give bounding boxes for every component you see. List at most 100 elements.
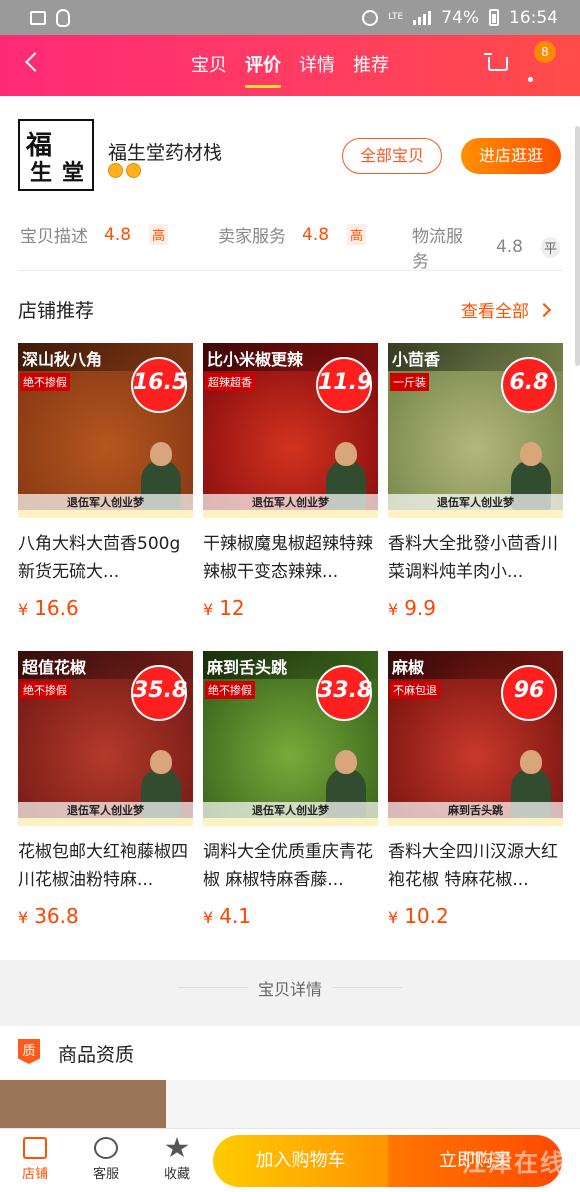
shop-tab[interactable]: 店铺 bbox=[11, 1137, 59, 1182]
currency-symbol: ¥ bbox=[388, 908, 399, 927]
clock: 16:54 bbox=[509, 7, 558, 28]
shop-tab-label: 店铺 bbox=[21, 1167, 48, 1182]
divider bbox=[332, 987, 402, 988]
product-price-flag: 6.8 bbox=[501, 357, 557, 413]
tab-reviews[interactable]: 评价 bbox=[243, 35, 283, 96]
qualification-icon: 质 bbox=[18, 1039, 40, 1064]
detail-photo bbox=[0, 1080, 166, 1128]
product-image-footer bbox=[203, 818, 378, 826]
product-image-slogan: 退伍军人创业梦 bbox=[203, 494, 378, 510]
currency-symbol: ¥ bbox=[203, 908, 214, 927]
crown-icon bbox=[108, 163, 123, 178]
rating-description: 宝贝描述 4.8 高 bbox=[20, 222, 169, 247]
price-value: 4.1 bbox=[219, 904, 251, 928]
rating-score: 4.8 bbox=[104, 224, 132, 245]
gallery-notification-icon bbox=[30, 10, 46, 25]
visit-shop-button[interactable]: 进店逛逛 bbox=[461, 138, 561, 174]
favorite-tab[interactable]: 收藏 bbox=[153, 1137, 201, 1182]
alarm-icon bbox=[362, 9, 379, 26]
shop-icon bbox=[23, 1137, 47, 1159]
tab-recommend[interactable]: 推荐 bbox=[351, 35, 391, 96]
product-card[interactable]: 深山秋八角 绝不掺假 16.5 退伍军人创业梦 八角大料大茴香500g新货无硫大… bbox=[18, 343, 193, 651]
logo-char: 生 bbox=[30, 160, 53, 186]
rating-level: 高 bbox=[347, 224, 367, 245]
product-image-footer bbox=[18, 818, 193, 826]
product-image: 麻椒 不麻包退 96 麻到舌头跳 bbox=[388, 651, 563, 826]
product-title: 香料大全四川汉源大红袍花椒 特麻花椒... bbox=[388, 842, 558, 890]
chevron-right-icon bbox=[536, 302, 552, 317]
product-title: 八角大料大茴香500g新货无硫大... bbox=[18, 534, 181, 582]
customer-service-tab[interactable]: 客服 bbox=[82, 1137, 130, 1182]
product-price: ¥4.1 bbox=[203, 904, 378, 928]
product-card[interactable]: 超值花椒 绝不掺假 35.8 退伍军人创业梦 花椒包邮大红袍藤椒四川花椒油粉特麻… bbox=[18, 651, 193, 959]
price-value: 9.9 bbox=[404, 596, 436, 620]
qualification-section[interactable]: 质 商品资质 bbox=[0, 1026, 580, 1086]
product-image: 深山秋八角 绝不掺假 16.5 退伍军人创业梦 bbox=[18, 343, 193, 518]
product-image-slogan: 退伍军人创业梦 bbox=[18, 494, 193, 510]
rating-score: 4.8 bbox=[302, 224, 330, 245]
battery-percent: 74% bbox=[441, 7, 479, 28]
product-price-flag: 11.9 bbox=[316, 357, 372, 413]
shop-logo[interactable]: 福 生 堂 bbox=[18, 119, 94, 191]
cart-icon[interactable] bbox=[484, 53, 508, 71]
lte-indicator: LTE bbox=[388, 12, 404, 22]
product-image-slogan: 退伍军人创业梦 bbox=[388, 494, 563, 510]
battery-icon bbox=[489, 9, 499, 26]
price-value: 10.2 bbox=[404, 904, 449, 928]
product-card[interactable]: 比小米椒更辣 超辣超香 11.9 退伍军人创业梦 干辣椒魔鬼椒超辣特辣辣椒干变态… bbox=[203, 343, 378, 651]
product-price: ¥12 bbox=[203, 596, 378, 620]
see-all-link[interactable]: 查看全部 bbox=[461, 297, 552, 322]
product-price-flag: 35.8 bbox=[131, 665, 187, 721]
price-value: 36.8 bbox=[34, 904, 79, 928]
rating-logistics: 物流服务 4.8 平 bbox=[412, 222, 560, 272]
watermark: 江津在线 bbox=[462, 1149, 566, 1177]
product-card[interactable]: 麻椒 不麻包退 96 麻到舌头跳 香料大全四川汉源大红袍花椒 特麻花椒... ¥… bbox=[388, 651, 563, 959]
signal-icon bbox=[413, 10, 432, 25]
product-image-slogan: 退伍军人创业梦 bbox=[18, 802, 193, 818]
rating-score: 4.8 bbox=[495, 237, 523, 257]
rating-label: 物流服务 bbox=[412, 227, 463, 272]
product-image-footer bbox=[388, 510, 563, 518]
bottom-action-bar: 店铺 客服 收藏 加入购物车 立即购买 江津在线 bbox=[0, 1128, 580, 1192]
product-price-flag: 33.8 bbox=[316, 665, 372, 721]
shop-level-crowns bbox=[108, 163, 141, 178]
add-to-cart-button[interactable]: 加入购物车 bbox=[213, 1135, 388, 1187]
product-price-flag: 16.5 bbox=[131, 357, 187, 413]
product-image: 超值花椒 绝不掺假 35.8 退伍军人创业梦 bbox=[18, 651, 193, 826]
shop-card: 福 生 堂 福生堂药材栈 全部宝贝 进店逛逛 宝贝描述 4.8 高 卖家服务 4… bbox=[0, 96, 580, 960]
product-image-slogan: 退伍军人创业梦 bbox=[203, 802, 378, 818]
detail-photo-area bbox=[166, 1080, 580, 1128]
more-icon[interactable] bbox=[528, 77, 533, 82]
qualification-title: 商品资质 bbox=[58, 1044, 135, 1066]
divider bbox=[18, 270, 562, 271]
product-card[interactable]: 小茴香 一斤装 6.8 退伍军人创业梦 香料大全批發小茴香川菜调料炖羊肉小...… bbox=[388, 343, 563, 651]
tab-item[interactable]: 宝贝 bbox=[189, 35, 229, 96]
product-title: 香料大全批發小茴香川菜调料炖羊肉小... bbox=[388, 534, 558, 582]
shop-name[interactable]: 福生堂药材栈 bbox=[108, 138, 222, 165]
rating-level: 高 bbox=[149, 224, 169, 245]
product-price: ¥10.2 bbox=[388, 904, 563, 928]
tab-details[interactable]: 详情 bbox=[297, 35, 337, 96]
product-price: ¥16.6 bbox=[18, 596, 193, 620]
qq-notification-icon bbox=[56, 8, 70, 27]
rating-service: 卖家服务 4.8 高 bbox=[218, 222, 367, 247]
scrollbar[interactable] bbox=[575, 126, 580, 366]
product-image: 比小米椒更辣 超辣超香 11.9 退伍军人创业梦 bbox=[203, 343, 378, 518]
currency-symbol: ¥ bbox=[388, 600, 399, 619]
rating-label: 卖家服务 bbox=[218, 227, 286, 247]
favorite-label: 收藏 bbox=[163, 1167, 190, 1182]
all-items-button[interactable]: 全部宝贝 bbox=[342, 138, 442, 174]
product-image-tag: 一斤装 bbox=[390, 373, 429, 391]
product-image: 小茴香 一斤装 6.8 退伍军人创业梦 bbox=[388, 343, 563, 518]
product-card[interactable]: 麻到舌头跳 绝不掺假 33.8 退伍军人创业梦 调料大全优质重庆青花椒 麻椒特麻… bbox=[203, 651, 378, 959]
product-price: ¥36.8 bbox=[18, 904, 193, 928]
shop-ratings: 宝贝描述 4.8 高 卖家服务 4.8 高 物流服务 4.8 平 bbox=[20, 222, 560, 272]
recommend-heading: 店铺推荐 bbox=[18, 300, 95, 322]
currency-symbol: ¥ bbox=[18, 600, 29, 619]
product-image-tag: 绝不掺假 bbox=[20, 373, 70, 391]
product-image-tag: 绝不掺假 bbox=[20, 681, 70, 699]
recommend-grid: 深山秋八角 绝不掺假 16.5 退伍军人创业梦 八角大料大茴香500g新货无硫大… bbox=[18, 343, 563, 959]
details-section-divider: 宝贝详情 bbox=[0, 960, 580, 1016]
star-icon bbox=[165, 1137, 189, 1158]
see-all-label: 查看全部 bbox=[461, 302, 529, 322]
